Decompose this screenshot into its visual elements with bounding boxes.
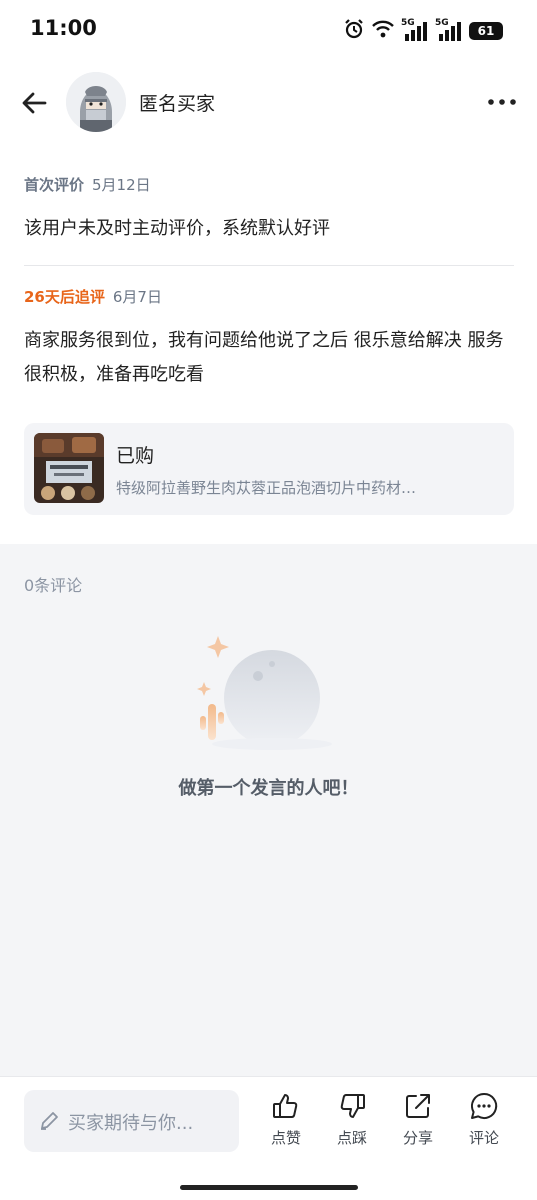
share-button[interactable]: 分享 bbox=[392, 1091, 444, 1148]
avatar[interactable] bbox=[66, 72, 126, 132]
alarm-icon bbox=[343, 18, 365, 44]
share-label: 分享 bbox=[402, 1129, 433, 1147]
comment-label: 评论 bbox=[468, 1129, 499, 1147]
follow-review-date: 6月7日 bbox=[112, 288, 162, 306]
status-time: 11:00 bbox=[30, 16, 97, 40]
battery-icon: 61 bbox=[469, 22, 503, 40]
first-review-tag: 首次评价 bbox=[24, 176, 85, 194]
status-bar: 11:00 5G 5G 61 bbox=[0, 0, 537, 60]
signal-icon: 5G bbox=[435, 18, 463, 42]
comment-input[interactable]: 买家期待与你... bbox=[24, 1090, 239, 1152]
product-bought-label: 已购 bbox=[116, 445, 155, 467]
first-review-meta: 首次评价 5月12日 bbox=[24, 174, 151, 195]
more-icon[interactable] bbox=[487, 90, 517, 114]
empty-state-text: 做第一个发言的人吧！ bbox=[178, 778, 359, 799]
status-icons: 5G 5G 61 bbox=[343, 18, 503, 44]
comment-count: 0条评论 bbox=[24, 576, 83, 595]
follow-review-meta: 26天后追评 6月7日 bbox=[24, 286, 162, 307]
first-review-date: 5月12日 bbox=[92, 176, 151, 194]
share-icon bbox=[406, 1094, 430, 1118]
product-card[interactable]: 已购 特级阿拉善野生肉苁蓉正品泡酒切片中药材… bbox=[24, 423, 514, 515]
thumbs-down-icon bbox=[340, 1094, 365, 1118]
wifi-icon bbox=[371, 19, 395, 43]
dislike-label: 点踩 bbox=[336, 1129, 367, 1147]
like-button[interactable]: 点赞 bbox=[260, 1091, 312, 1148]
thumbs-up-icon bbox=[273, 1094, 298, 1118]
bottom-bar: 买家期待与你... 点赞 点踩 分享 评论 bbox=[0, 1076, 537, 1200]
divider bbox=[24, 265, 514, 266]
comment-button[interactable]: 评论 bbox=[458, 1091, 510, 1148]
pencil-icon bbox=[38, 1110, 60, 1132]
user-name: 匿名买家 bbox=[139, 93, 216, 115]
follow-review-tag: 26天后追评 bbox=[24, 288, 105, 306]
home-indicator[interactable] bbox=[180, 1185, 358, 1190]
signal-icon: 5G bbox=[401, 18, 429, 42]
dislike-button[interactable]: 点踩 bbox=[326, 1091, 378, 1148]
product-title: 特级阿拉善野生肉苁蓉正品泡酒切片中药材… bbox=[116, 479, 417, 497]
comment-input-placeholder: 买家期待与你... bbox=[68, 1113, 194, 1134]
comments-section: 0条评论 做第一个发言的人吧！ bbox=[0, 544, 537, 1076]
review-section: 首次评价 5月12日 该用户未及时主动评价，系统默认好评 26天后追评 6月7日 商… bbox=[0, 144, 537, 544]
first-review-text: 该用户未及时主动评价，系统默认好评 bbox=[24, 218, 330, 239]
comment-icon bbox=[471, 1092, 498, 1119]
follow-review-text: 商家服务很到位，我有问题给他说了之后 很乐意给解决 服务很积极，准备再吃吃看 bbox=[24, 330, 504, 385]
top-nav: 匿名买家 bbox=[0, 60, 537, 144]
back-arrow-icon[interactable] bbox=[18, 86, 52, 120]
like-label: 点赞 bbox=[270, 1129, 301, 1147]
product-thumbnail bbox=[34, 433, 104, 503]
